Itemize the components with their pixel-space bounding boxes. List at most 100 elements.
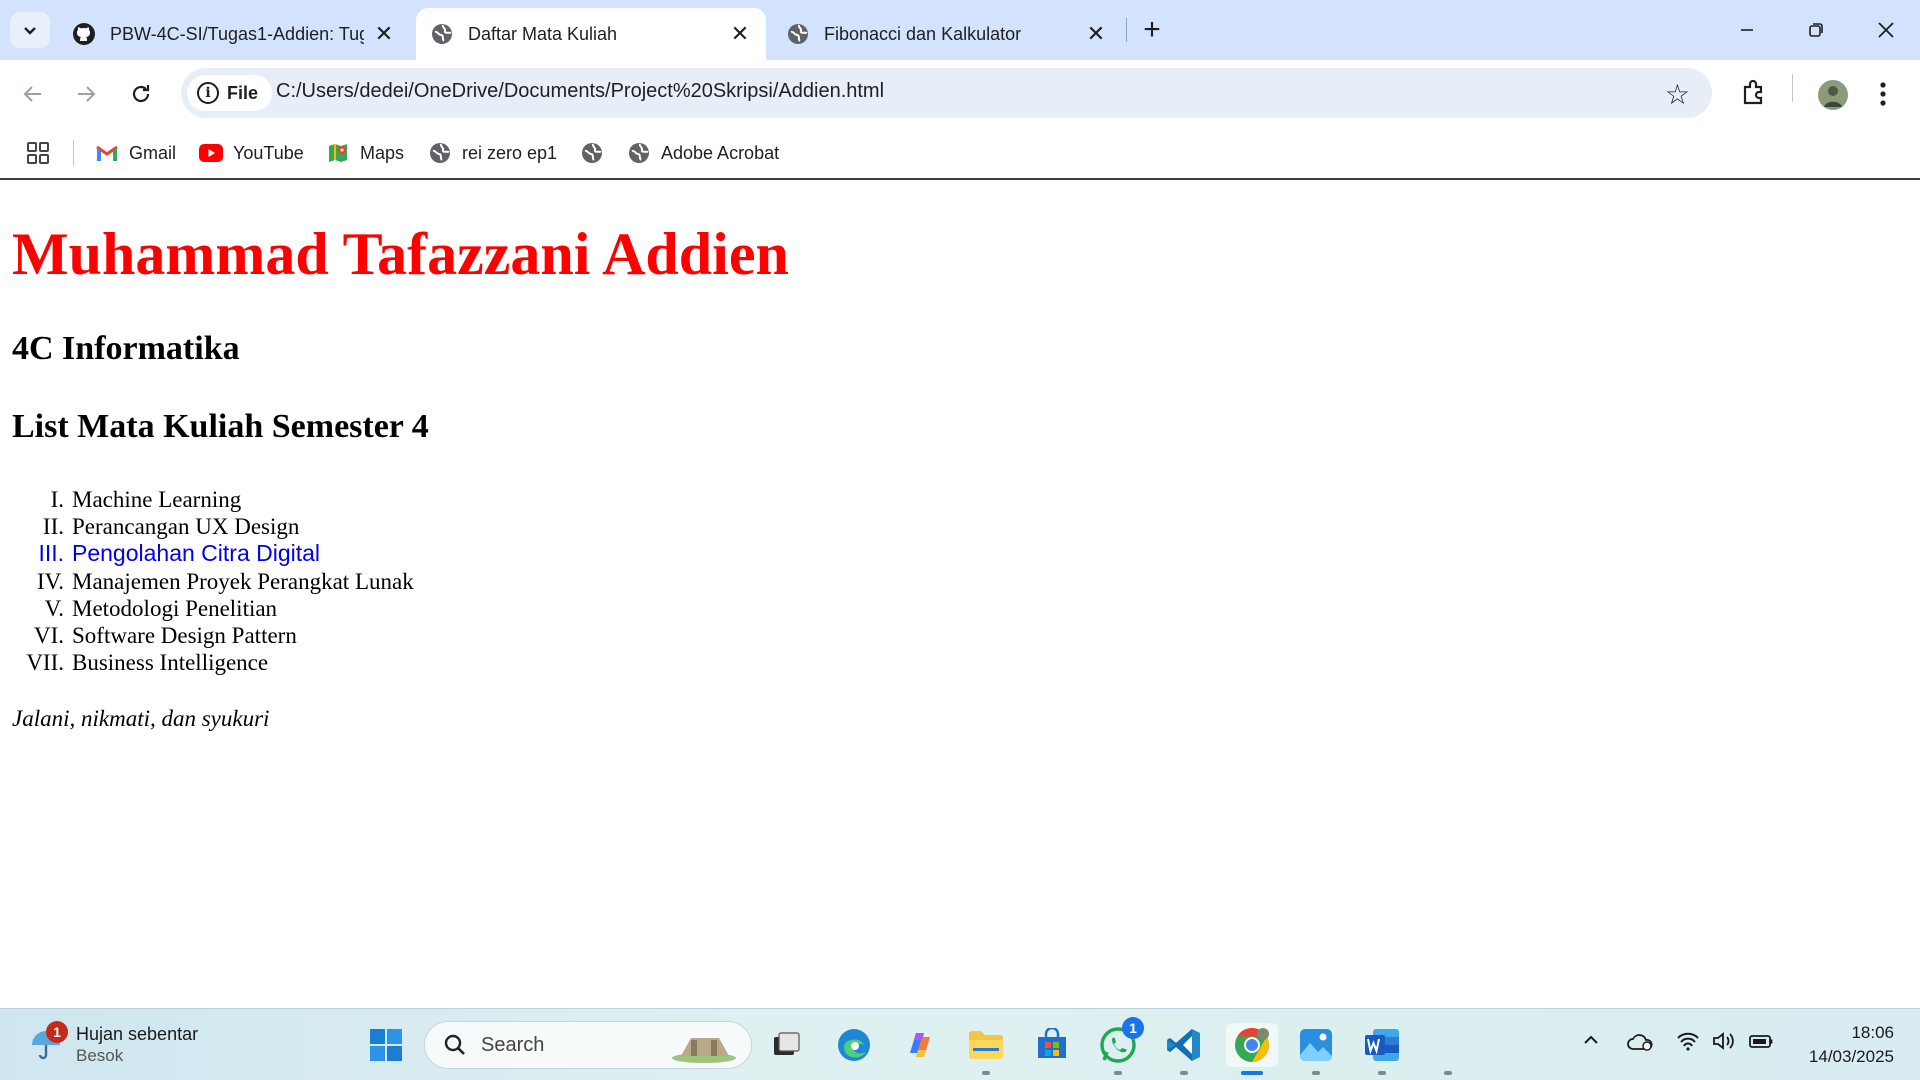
- windows-icon: [370, 1029, 402, 1061]
- course-list-heading: List Mata Kuliah Semester 4: [12, 408, 429, 445]
- maps-icon: [326, 141, 350, 165]
- search-highlight-icon: [672, 1038, 736, 1063]
- file-explorer-button[interactable]: [964, 1023, 1008, 1075]
- youtube-icon: [199, 141, 223, 165]
- close-icon: [1878, 22, 1894, 38]
- globe-icon: [580, 141, 604, 165]
- tab-separator: [1126, 18, 1127, 42]
- course-name: Pengolahan Citra Digital: [72, 540, 321, 567]
- bookmark-label: Adobe Acrobat: [661, 142, 780, 163]
- page-content: Muhammad Tafazzani Addien 4C Informatika…: [0, 182, 1920, 1008]
- search-icon: [444, 1034, 465, 1055]
- copilot-button[interactable]: [898, 1023, 942, 1067]
- word-button[interactable]: [1360, 1023, 1404, 1075]
- clock-time: 18:06: [1851, 1023, 1894, 1042]
- taskbar-extra-app[interactable]: [1426, 1023, 1470, 1075]
- bookmark-youtube[interactable]: YouTube: [199, 138, 304, 168]
- system-clock[interactable]: 18:06 14/03/2025: [1809, 1021, 1894, 1069]
- chevron-up-icon: [1584, 1035, 1598, 1044]
- new-tab-button[interactable]: +: [1136, 13, 1168, 46]
- profile-avatar[interactable]: [1818, 80, 1848, 115]
- close-icon[interactable]: ✕: [1084, 21, 1108, 46]
- bookmark-maps[interactable]: Maps: [326, 138, 404, 168]
- tab-github[interactable]: PBW-4C-SI/Tugas1-Addien: Tug ✕: [58, 8, 410, 60]
- toolbar-separator: [1792, 74, 1793, 102]
- onedrive-icon[interactable]: [1626, 1031, 1654, 1057]
- arrow-left-icon: [23, 86, 41, 102]
- apps-grid-icon: [27, 142, 49, 164]
- more-menu-icon[interactable]: [1878, 80, 1888, 113]
- list-number: VII.: [26, 650, 64, 676]
- reload-button[interactable]: [123, 76, 159, 112]
- close-icon[interactable]: ✕: [372, 21, 396, 46]
- word-icon: [1365, 1029, 1399, 1061]
- bookmark-adobe-acrobat[interactable]: Adobe Acrobat: [627, 138, 779, 168]
- bookmark-star-icon[interactable]: ☆: [1665, 78, 1690, 111]
- bookmark-gmail[interactable]: Gmail: [95, 138, 176, 168]
- volume-icon[interactable]: [1712, 1031, 1738, 1057]
- restore-icon: [1809, 23, 1823, 37]
- reload-icon: [132, 85, 150, 103]
- list-number: III.: [38, 540, 64, 567]
- list-number: IV.: [36, 568, 64, 594]
- weather-widget[interactable]: 1 Hujan sebentar Besok: [28, 1021, 198, 1067]
- list-number: I.: [50, 487, 64, 512]
- info-icon: i: [197, 82, 219, 104]
- running-indicator: [1444, 1071, 1452, 1075]
- globe-icon: [428, 141, 452, 165]
- forward-button[interactable]: [68, 76, 104, 112]
- restore-button[interactable]: [1782, 0, 1850, 60]
- task-view-button[interactable]: [764, 1023, 808, 1067]
- vscode-button[interactable]: [1162, 1023, 1206, 1075]
- list-number: VI.: [33, 622, 64, 648]
- back-button[interactable]: [15, 76, 51, 112]
- task-view-icon: [774, 1032, 800, 1055]
- extensions-icon[interactable]: [1740, 78, 1768, 111]
- running-indicator: [1180, 1071, 1188, 1075]
- tab-title: Fibonacci dan Kalkulator: [824, 23, 1022, 44]
- close-icon[interactable]: ✕: [728, 21, 752, 46]
- chevron-down-icon: [24, 27, 36, 35]
- store-icon: [1038, 1028, 1066, 1058]
- start-button[interactable]: [364, 1023, 408, 1067]
- tab-search-button[interactable]: [10, 12, 50, 48]
- course-name: Manajemen Proyek Perangkat Lunak: [72, 568, 414, 594]
- tab-daftar-mata-kuliah[interactable]: Daftar Mata Kuliah ✕: [416, 8, 766, 60]
- store-button[interactable]: [1030, 1023, 1074, 1067]
- address-bar[interactable]: i File C:/Users/dedei/OneDrive/Documents…: [181, 68, 1712, 118]
- apps-button[interactable]: [26, 138, 50, 168]
- site-info-chip[interactable]: i File: [187, 75, 273, 111]
- github-icon: [72, 22, 96, 46]
- motto-text: Jalani, nikmati, dan syukuri: [12, 706, 270, 731]
- whatsapp-button[interactable]: 1: [1096, 1017, 1144, 1075]
- bookmarks-bar: Gmail YouTube Maps rei zero ep1 Adobe Ac…: [0, 126, 1920, 180]
- taskbar-search[interactable]: Search: [424, 1021, 752, 1069]
- list-number: V.: [44, 595, 64, 621]
- bookmark-label: Gmail: [129, 142, 177, 163]
- bookmark-label: YouTube: [233, 142, 304, 163]
- vscode-icon: [1167, 1029, 1200, 1061]
- bookmark-unnamed[interactable]: [580, 138, 614, 168]
- notification-badge: 1: [1122, 1017, 1144, 1039]
- browser-toolbar: i File C:/Users/dedei/OneDrive/Documents…: [0, 60, 1920, 126]
- globe-icon: [786, 22, 810, 46]
- battery-icon[interactable]: [1748, 1031, 1774, 1057]
- globe-icon: [430, 22, 454, 46]
- course-name: Metodologi Penelitian: [72, 595, 278, 621]
- show-hidden-icons[interactable]: [1582, 1031, 1600, 1055]
- wifi-icon[interactable]: [1676, 1031, 1700, 1057]
- chrome-button[interactable]: [1226, 1023, 1278, 1075]
- student-name-heading: Muhammad Tafazzani Addien: [12, 221, 789, 287]
- bookmark-rei-zero[interactable]: rei zero ep1: [428, 138, 557, 168]
- edge-icon: [838, 1029, 870, 1061]
- edge-button[interactable]: [832, 1023, 876, 1067]
- url-text[interactable]: C:/Users/dedei/OneDrive/Documents/Projec…: [276, 80, 884, 103]
- minimize-button[interactable]: [1713, 0, 1781, 60]
- taskbar: 1 Hujan sebentar Besok Search 1 18:06 14…: [0, 1008, 1920, 1080]
- bookmark-label: rei zero ep1: [462, 142, 558, 163]
- list-number: II.: [42, 514, 64, 540]
- photos-button[interactable]: [1294, 1023, 1338, 1075]
- close-window-button[interactable]: [1852, 0, 1920, 60]
- photos-icon: [1300, 1029, 1332, 1061]
- tab-fibonacci[interactable]: Fibonacci dan Kalkulator ✕: [772, 8, 1122, 60]
